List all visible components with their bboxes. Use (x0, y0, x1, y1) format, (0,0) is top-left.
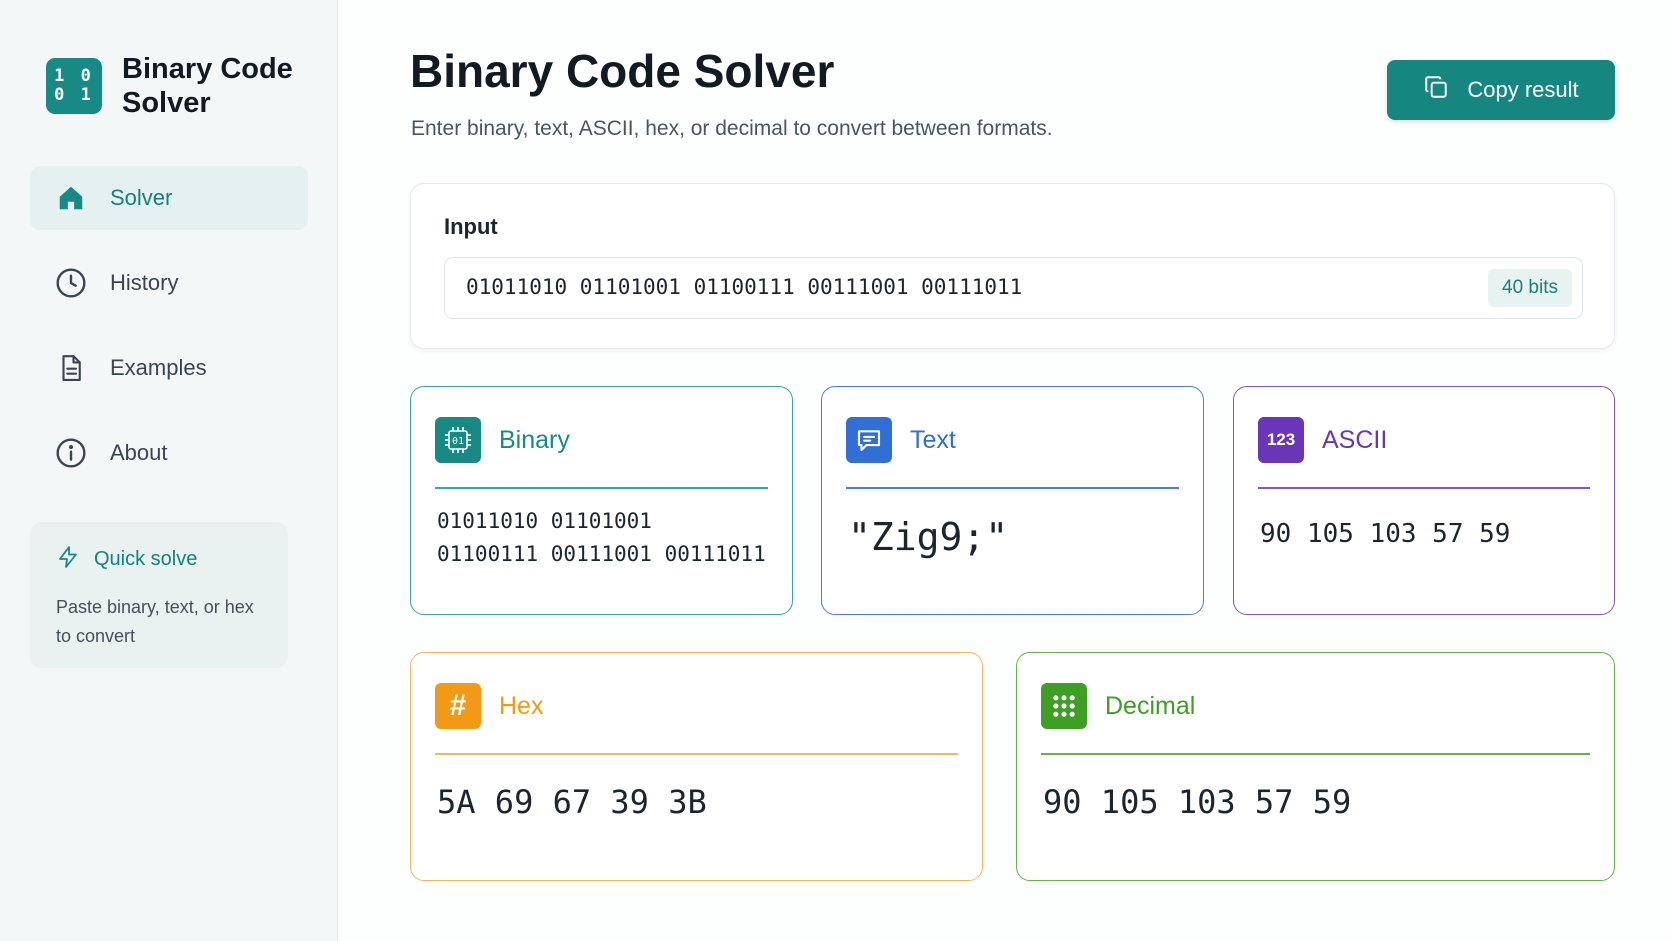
text-card-title: Text (910, 425, 956, 454)
decimal-result-card: Decimal 90 105 103 57 59 (1016, 652, 1615, 881)
sidebar-item-label: About (110, 440, 168, 465)
document-icon (54, 351, 88, 385)
text-result-card: Text "Zig9;" (821, 386, 1204, 615)
sidebar-item-about[interactable]: About (30, 421, 308, 485)
chip-icon-text: 01 (452, 436, 464, 447)
quick-solve-title: Quick solve (94, 548, 198, 570)
decimal-result-value: 90 105 103 57 59 (1043, 783, 1352, 821)
home-icon (54, 181, 88, 215)
quick-solve-panel: Quick solve Paste binary, text, or hex t… (30, 522, 288, 668)
brand: 1 0 0 1 Binary Code Solver (46, 52, 302, 120)
grid-dots-icon (1041, 683, 1087, 729)
ascii-result-value: 90 105 103 57 59 (1260, 519, 1511, 549)
binary-result-value: 01011010 01101001 01100111 00111001 0011… (437, 509, 766, 566)
quick-solve-header[interactable]: Quick solve (56, 544, 262, 575)
sidebar-item-examples[interactable]: Examples (30, 336, 308, 400)
hex-card-title: Hex (499, 691, 544, 720)
input-field[interactable]: 01011010 01101001 01100111 00111001 0011… (444, 257, 1583, 319)
info-icon (54, 436, 88, 470)
ascii-result-card: 123 ASCII 90 105 103 57 59 (1233, 386, 1615, 615)
hash-icon: # (435, 683, 481, 729)
copy-icon (1423, 74, 1449, 106)
sidebar-nav: Solver History Examples About (30, 166, 308, 506)
sidebar-item-history[interactable]: History (30, 251, 308, 315)
chat-icon (846, 417, 892, 463)
sidebar: 1 0 0 1 Binary Code Solver Solver Histor… (0, 0, 338, 941)
brand-logo-text: 1 0 0 1 (54, 66, 94, 105)
quick-solve-description: Paste binary, text, or hex to convert (56, 597, 254, 646)
decimal-card-title: Decimal (1105, 691, 1196, 720)
page-title: Binary Code Solver (410, 45, 835, 97)
clock-icon (54, 266, 88, 300)
sidebar-item-label: Solver (110, 185, 173, 210)
binary-card-title: Binary (499, 425, 570, 454)
input-label: Input (444, 214, 498, 239)
ascii-card-title: ASCII (1322, 425, 1388, 454)
text-result-value: "Zig9;" (848, 515, 1009, 559)
lightning-icon (56, 544, 80, 575)
input-card: Input 01011010 01101001 01100111 0011100… (410, 183, 1615, 349)
divider (846, 487, 1179, 489)
input-value: 01011010 01101001 01100111 00111001 0011… (466, 275, 1023, 299)
binary-result-card: 01 Binary 01011010 01101001 01100111 001… (410, 386, 793, 615)
divider (1258, 487, 1590, 489)
sidebar-item-solver[interactable]: Solver (30, 166, 308, 230)
sidebar-item-label: Examples (110, 355, 207, 380)
number-badge-icon: 123 (1258, 417, 1304, 463)
copy-result-button[interactable]: Copy result (1387, 60, 1615, 120)
brand-title: Binary Code Solver (122, 53, 293, 119)
chip-icon: 01 (435, 417, 481, 463)
page-subtitle: Enter binary, text, ASCII, hex, or decim… (411, 117, 1053, 140)
hex-result-value: 5A 69 67 39 3B (437, 783, 707, 821)
copy-result-label: Copy result (1467, 77, 1579, 102)
divider (435, 487, 768, 489)
divider (435, 753, 958, 755)
hex-result-card: # Hex 5A 69 67 39 3B (410, 652, 983, 881)
divider (1041, 753, 1590, 755)
binary-logo-icon: 1 0 0 1 (46, 58, 102, 114)
sidebar-item-label: History (110, 270, 179, 295)
bit-count-badge: 40 bits (1488, 269, 1572, 307)
